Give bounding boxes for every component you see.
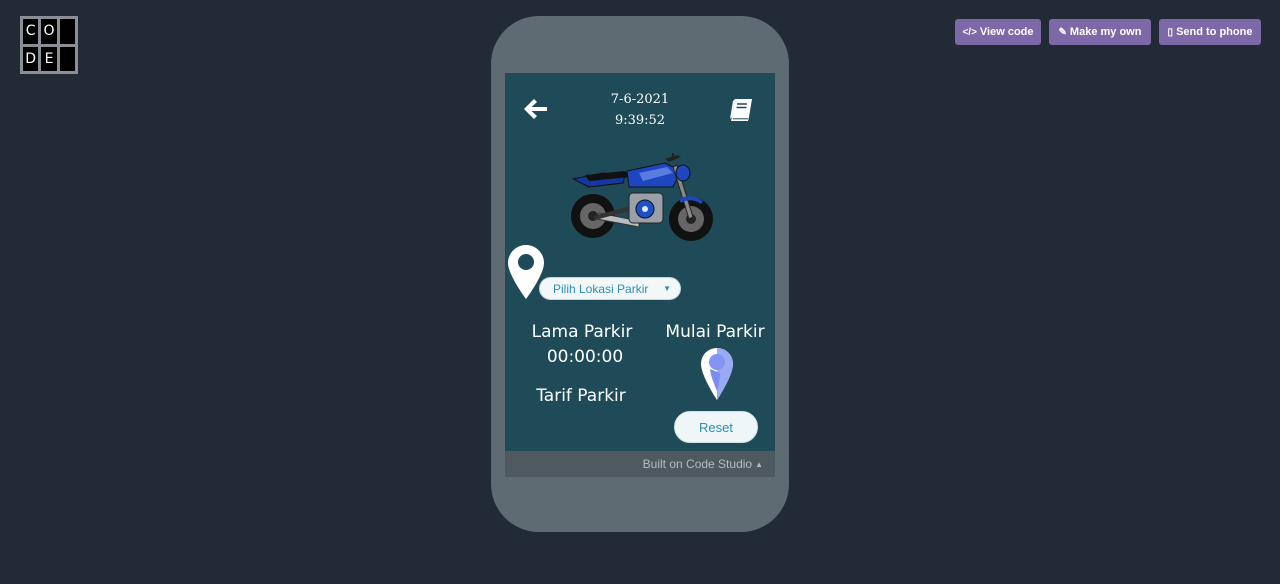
app-screen: 7-6-2021 9:39:52 Pilih Lokasi Parkir ▼ L… xyxy=(505,73,775,451)
motorcycle-image xyxy=(571,153,713,241)
logo-letter-e: E xyxy=(41,46,57,71)
book-icon[interactable] xyxy=(727,97,755,123)
logo-letter-c: C xyxy=(23,19,39,44)
location-dropdown[interactable]: Pilih Lokasi Parkir ▼ xyxy=(539,277,681,300)
edit-icon: ✎ xyxy=(1058,26,1067,38)
logo-letter-d: D xyxy=(23,46,39,71)
chevron-down-icon: ▼ xyxy=(663,284,671,293)
built-on-code-studio-bar[interactable]: Built on Code Studio ▲ xyxy=(505,451,775,477)
reset-button[interactable]: Reset xyxy=(674,411,758,443)
arrow-left-icon[interactable] xyxy=(523,97,549,121)
location-dropdown-value: Pilih Lokasi Parkir xyxy=(553,281,649,296)
datetime-display: 7-6-2021 9:39:52 xyxy=(595,89,685,131)
make-my-own-button[interactable]: ✎ Make my own xyxy=(1049,19,1151,45)
logo-blank-cell xyxy=(59,46,75,71)
make-my-own-label: Make my own xyxy=(1069,26,1142,38)
view-code-button[interactable]: </> View code xyxy=(955,19,1041,45)
date-text: 7-6-2021 xyxy=(610,92,670,107)
logo-letter-o: O xyxy=(41,19,57,44)
footer-text: Built on Code Studio xyxy=(642,457,753,471)
time-text: 9:39:52 xyxy=(614,113,666,128)
lama-parkir-label: Lama Parkir xyxy=(531,322,633,342)
tarif-parkir-label: Tarif Parkir xyxy=(536,386,626,406)
code-logo[interactable]: C O D E xyxy=(20,16,78,74)
view-code-label: View code xyxy=(979,26,1034,38)
send-to-phone-label: Send to phone xyxy=(1176,26,1253,38)
mulai-parkir-label: Mulai Parkir xyxy=(665,322,765,342)
caret-up-icon: ▲ xyxy=(755,459,763,469)
location-pin-start-icon[interactable] xyxy=(700,347,734,401)
logo-blank-cell xyxy=(59,19,75,44)
timer-display: 00:00:00 xyxy=(546,347,624,367)
send-to-phone-button[interactable]: ▯ Send to phone xyxy=(1159,19,1261,45)
code-icon: </> xyxy=(962,26,977,38)
mobile-phone-icon: ▯ xyxy=(1167,26,1174,38)
reset-button-label: Reset xyxy=(699,419,733,435)
